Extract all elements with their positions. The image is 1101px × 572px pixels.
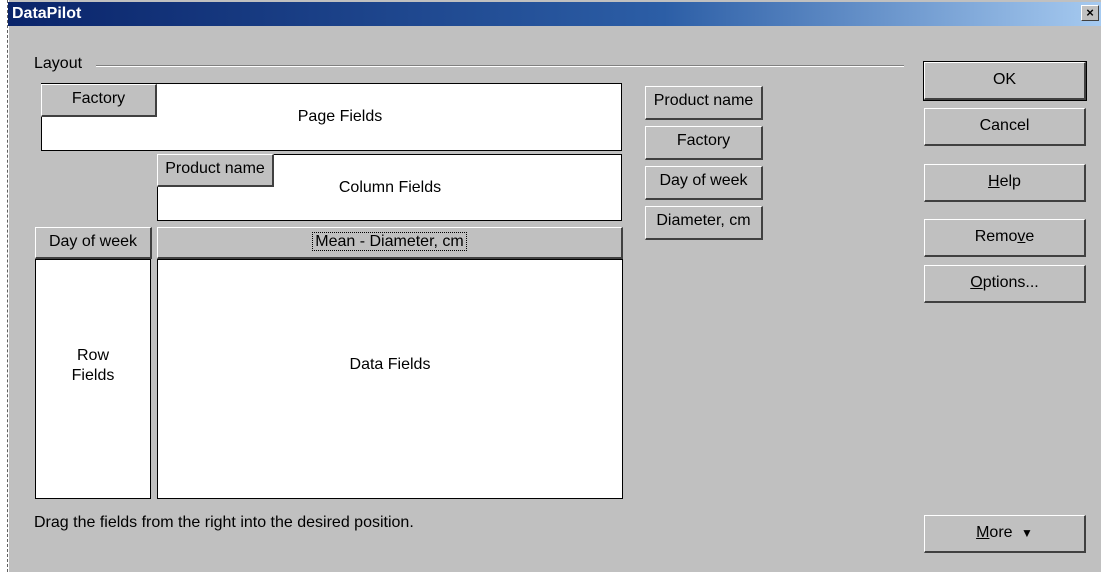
background-edge <box>0 0 8 572</box>
more-button-label: More <box>976 524 1013 541</box>
title-bar[interactable]: DataPilot × <box>8 2 1101 26</box>
options-button-label: Options... <box>970 274 1039 291</box>
more-button[interactable]: More ▼ <box>924 515 1086 553</box>
row-fields-label-line1: Row <box>76 347 109 364</box>
data-fields-label-text: Data Fields <box>349 356 431 373</box>
available-field-day-of-week-label: Day of week <box>659 172 748 189</box>
page-fields-label: Page Fields <box>240 107 440 127</box>
available-field-product-name[interactable]: Product name <box>645 86 763 120</box>
available-field-diameter-label: Diameter, cm <box>656 212 751 229</box>
column-field-product-name-button[interactable]: Product name <box>157 154 274 187</box>
page-fields-label-text: Page Fields <box>297 108 383 125</box>
double-chevron-down-icon: ▼ <box>1021 526 1033 540</box>
options-button[interactable]: Options... <box>924 265 1086 303</box>
remove-button[interactable]: Remove <box>924 219 1086 257</box>
data-fields-label: Data Fields <box>290 355 490 375</box>
data-fields-zone[interactable] <box>157 259 623 499</box>
data-field-mean-diameter-button[interactable]: Mean - Diameter, cm <box>157 227 623 259</box>
column-field-product-name-label: Product name <box>165 160 265 177</box>
cancel-button-label: Cancel <box>979 117 1030 134</box>
close-icon: × <box>1086 5 1094 20</box>
row-field-day-of-week-label: Day of week <box>48 233 138 250</box>
cancel-button[interactable]: Cancel <box>924 108 1086 146</box>
remove-button-label: Remove <box>974 228 1035 245</box>
available-field-day-of-week[interactable]: Day of week <box>645 166 763 200</box>
layout-group-label: Layout <box>34 55 89 73</box>
window-title: DataPilot <box>12 5 82 22</box>
ok-button[interactable]: OK <box>923 61 1087 101</box>
ok-button-label: OK <box>992 71 1017 88</box>
available-field-diameter[interactable]: Diameter, cm <box>645 206 763 240</box>
row-fields-label-line2: Fields <box>71 367 115 384</box>
column-fields-label-text: Column Fields <box>338 179 442 196</box>
page-field-factory-button[interactable]: Factory <box>41 84 157 117</box>
layout-group-divider <box>96 65 904 67</box>
available-field-factory[interactable]: Factory <box>645 126 763 160</box>
column-fields-label: Column Fields <box>290 178 490 198</box>
hint-text: Drag the fields from the right into the … <box>34 514 414 531</box>
row-field-day-of-week-button[interactable]: Day of week <box>35 227 152 259</box>
close-button[interactable]: × <box>1081 5 1099 21</box>
page-field-factory-label: Factory <box>71 90 126 107</box>
data-field-mean-diameter-label: Mean - Diameter, cm <box>312 232 467 251</box>
help-button[interactable]: Help <box>924 164 1086 202</box>
available-field-product-name-label: Product name <box>653 92 754 109</box>
help-button-label: Help <box>988 173 1021 190</box>
available-field-factory-label: Factory <box>676 132 731 149</box>
row-fields-label: Row Fields <box>35 346 151 386</box>
